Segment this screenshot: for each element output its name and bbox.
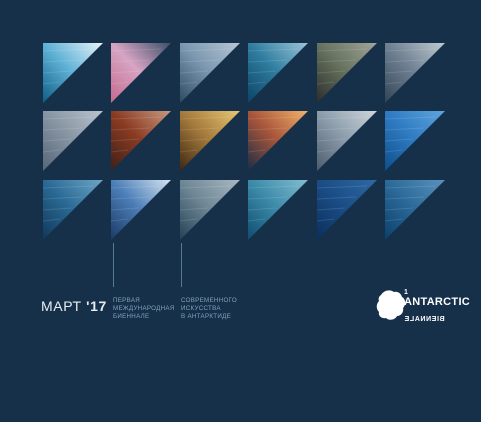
photo-tile-textured-ice [180,180,240,240]
logo-title: ANTARCTIC [404,296,471,308]
photo-tile-calm-sea [248,43,308,103]
photo-tile-underwater [385,180,445,240]
poster-canvas: МАРТ '17 ПЕРВАЯ МЕЖДУНАРОДНАЯ БИЕННАЛЕ С… [0,0,481,422]
photo-tile-sunset-water [248,111,308,171]
caption-line: МЕЖДУНАРОДНАЯ [113,305,175,312]
caption-contemporary-art: СОВРЕМЕННОГО ИСКУССТВА В АНТАРКТИДЕ [181,297,237,321]
photo-triangle-grid [0,0,481,422]
date-month: МАРТ [41,298,82,314]
caption-line: ИСКУССТВА [181,305,221,312]
photo-tile-bubble-ice [248,180,308,240]
photo-tile-ocean-ripples [43,180,103,240]
caption-biennale: ПЕРВАЯ МЕЖДУНАРОДНАЯ БИЕННАЛЕ [113,297,175,321]
photo-tile-blue-ice-wave [385,111,445,171]
logo-subtitle: BIENNALE [404,316,445,323]
photo-tile-deep-blue [317,180,377,240]
photo-tile-rocky-coast [317,43,377,103]
photo-tile-ice-cliff [180,43,240,103]
photo-tile-penguin-colony [180,111,240,171]
photo-tile-rust-rocks [111,111,171,171]
photo-tile-ship-mast [43,111,103,171]
biennale-logo: 1 ANTARCTIC BIENNALE [404,289,470,326]
photo-tile-misty-ice [385,43,445,103]
caption-line: СОВРЕМЕННОГО [181,297,237,304]
photo-tile-ice-cave [111,180,171,240]
date-year: '17 [86,298,107,314]
divider-line-right [181,243,182,287]
antarctica-logo-icon [376,290,406,320]
event-date: МАРТ '17 [41,298,107,314]
caption-line: ПЕРВАЯ [113,297,141,304]
photo-tile-pink-sky-iceberg [111,43,171,103]
photo-tile-glacier-ice [43,43,103,103]
divider-line-left [113,243,114,287]
photo-tile-floating-ice [317,111,377,171]
caption-line: БИЕННАЛЕ [113,313,150,320]
caption-line: В АНТАРКТИДЕ [181,313,232,320]
